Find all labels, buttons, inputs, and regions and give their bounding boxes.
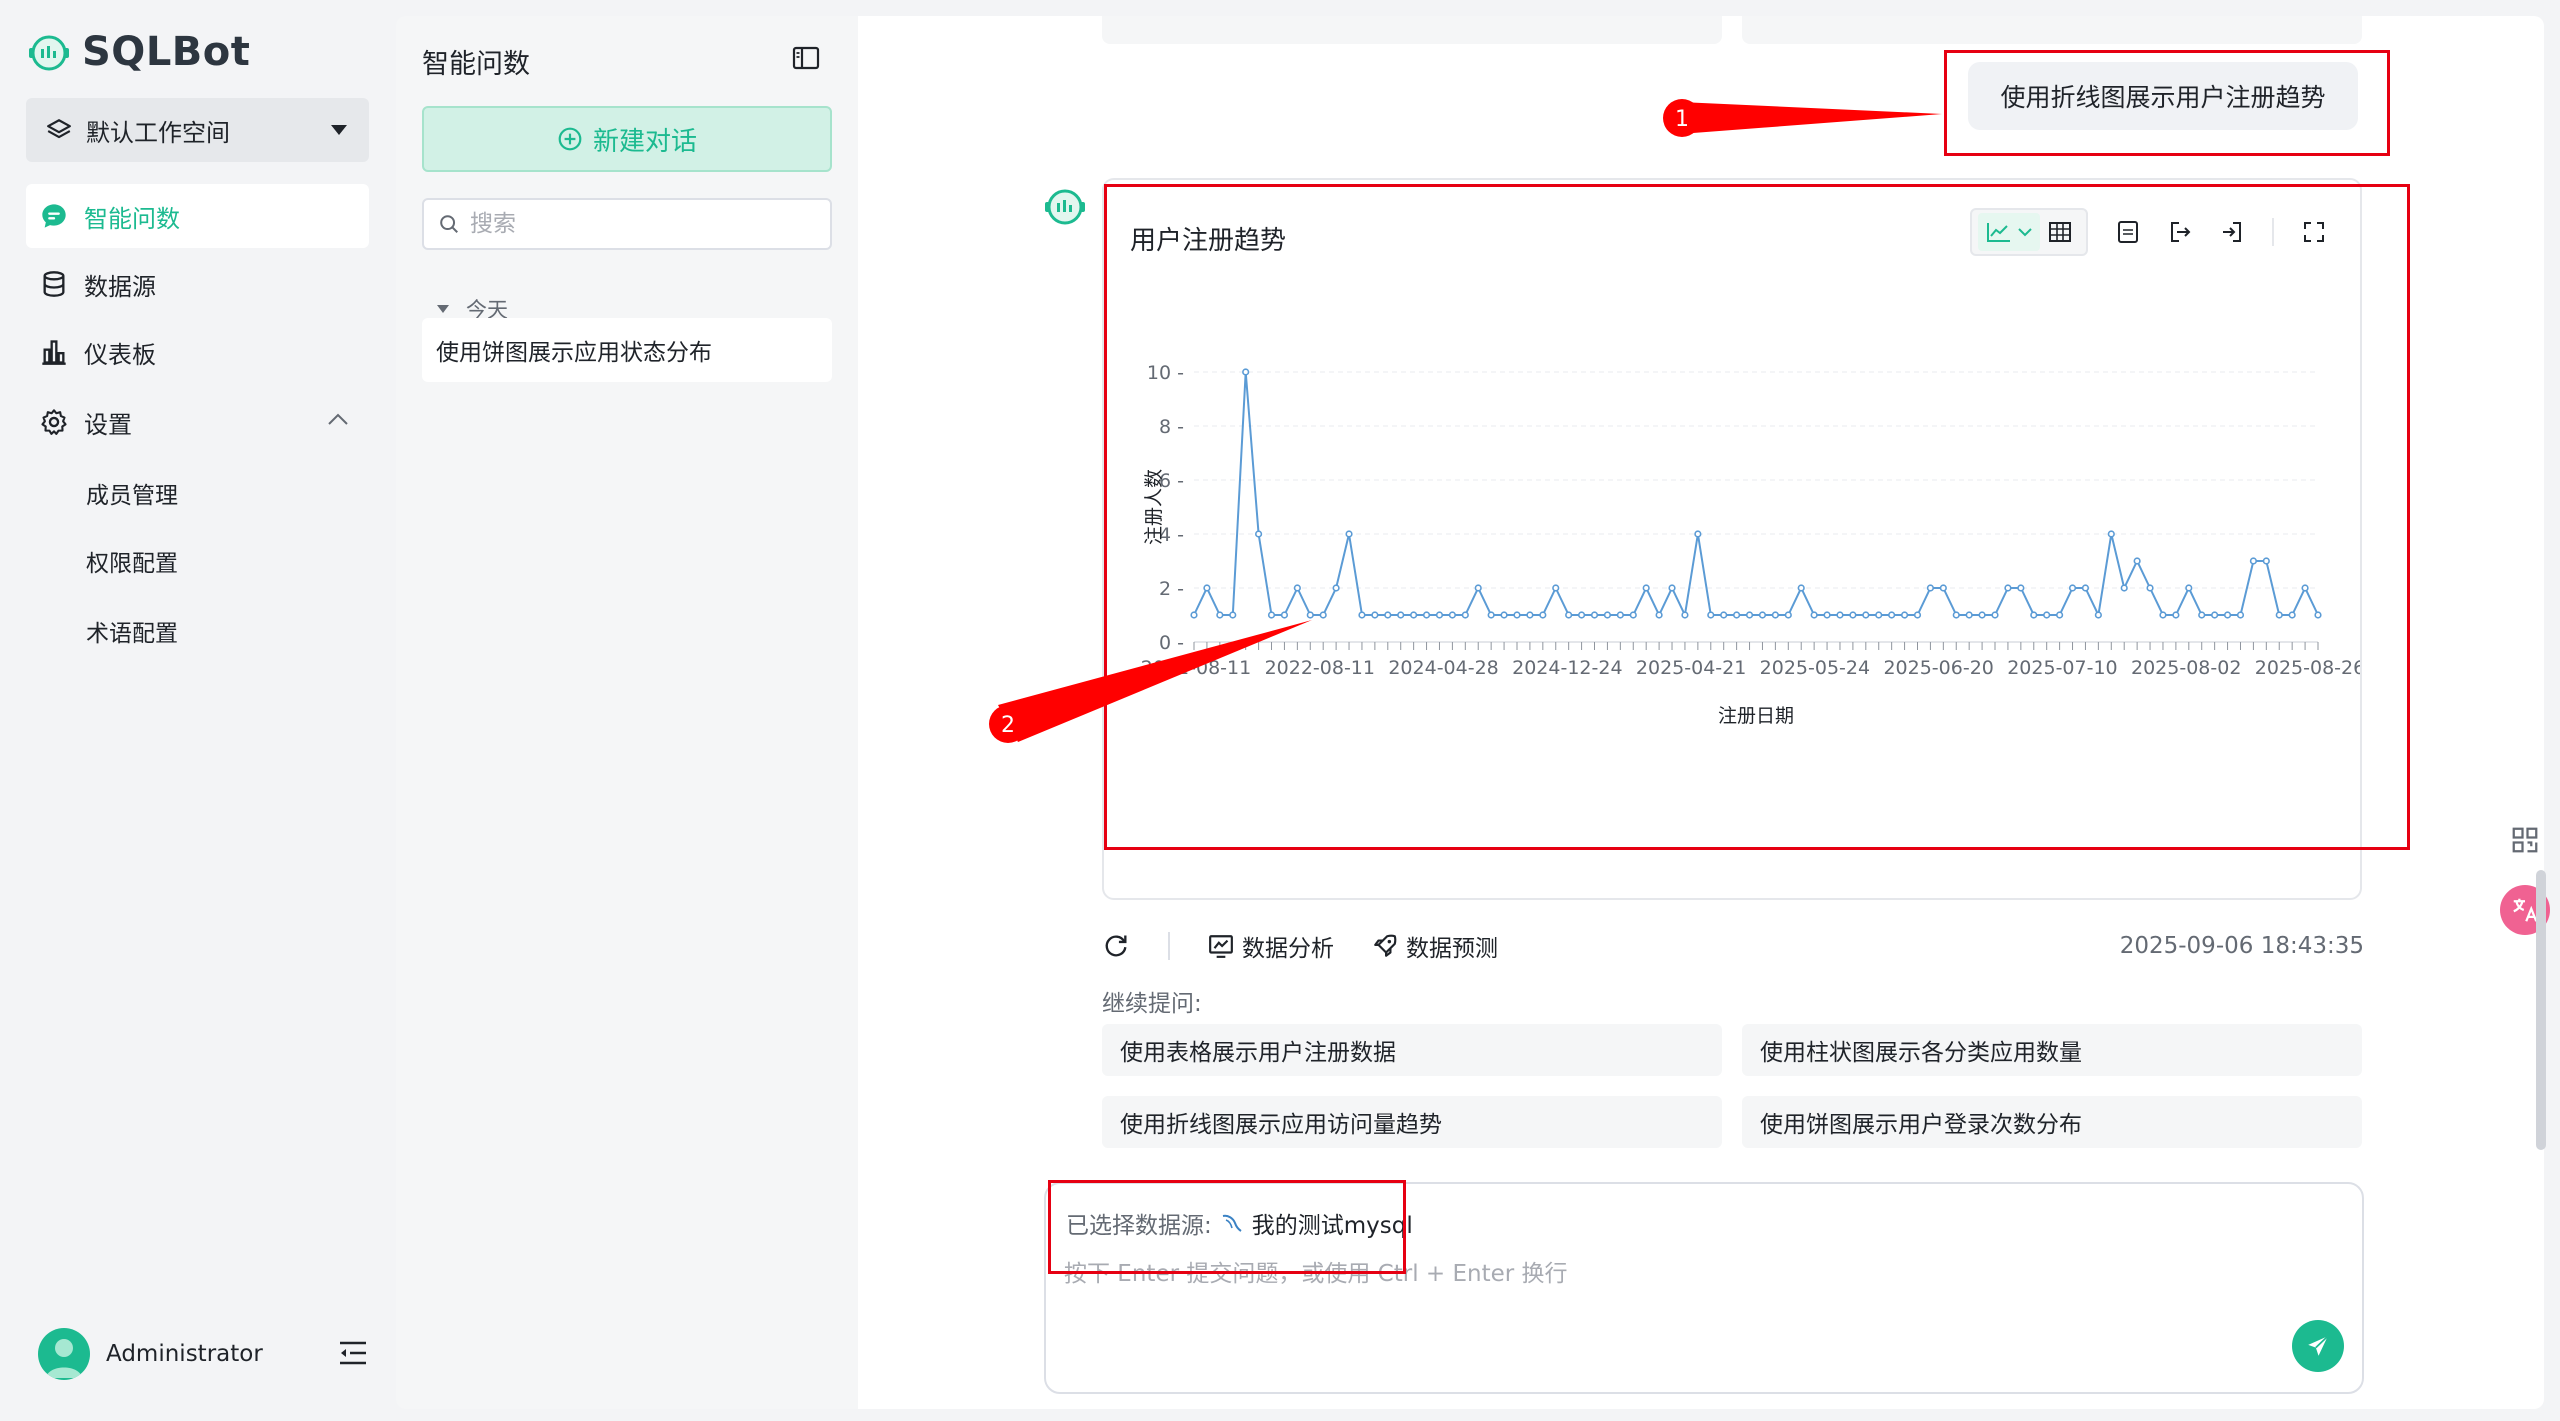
- menu-fold-icon: [338, 1340, 368, 1366]
- nav-item-datasource[interactable]: 数据源: [26, 252, 369, 316]
- rocket-icon: [1372, 933, 1398, 959]
- annotation-box-question: [1944, 50, 2390, 156]
- new-chat-button[interactable]: 新建对话: [422, 106, 832, 172]
- scrollbar-thumb[interactable]: [2536, 870, 2546, 1150]
- left-nav: SQLBot 默认工作空间 智能问数 数据源 仪表板 设置 成员管理 权限配置 …: [0, 0, 394, 1421]
- toggle-panel-button[interactable]: [792, 46, 820, 70]
- nav-item-label: 数据源: [84, 272, 156, 301]
- nav-item-settings[interactable]: 设置: [26, 390, 369, 454]
- nav-subitem-members[interactable]: 成员管理: [86, 476, 178, 510]
- avatar: [38, 1328, 90, 1380]
- layers-icon: [46, 117, 72, 143]
- chat-icon: [40, 202, 68, 230]
- user-profile[interactable]: Administrator: [38, 1328, 263, 1380]
- data-analysis-label: 数据分析: [1242, 936, 1334, 962]
- followup-suggestion[interactable]: 使用表格展示用户注册数据: [1102, 1024, 1722, 1076]
- followup-label: 继续提问:: [1102, 991, 1202, 1017]
- search-input[interactable]: [470, 211, 810, 237]
- bot-avatar-icon: [1042, 186, 1088, 226]
- annotation-box-chart: [1104, 184, 2410, 850]
- send-button[interactable]: [2292, 1320, 2344, 1372]
- data-prediction-label: 数据预测: [1406, 936, 1498, 962]
- refresh-icon: [1102, 932, 1130, 960]
- annotation-box-datasource: [1048, 1180, 1406, 1274]
- message-action-bar: 数据分析 数据预测 2025-09-06 18:43:35: [1102, 924, 2364, 968]
- workspace-selector[interactable]: 默认工作空间: [26, 98, 369, 162]
- collapse-sidebar-button[interactable]: [338, 1340, 368, 1366]
- search-icon: [438, 213, 460, 235]
- followup-suggestion[interactable]: 使用柱状图展示各分类应用数量: [1742, 1024, 2362, 1076]
- message-timestamp: 2025-09-06 18:43:35: [2119, 933, 2364, 959]
- data-analysis-button[interactable]: 数据分析: [1208, 929, 1334, 963]
- action-divider: [1168, 932, 1170, 960]
- regenerate-button[interactable]: [1102, 932, 1130, 960]
- nav-item-label: 智能问数: [84, 204, 180, 233]
- previous-followup-card: [1742, 16, 2362, 44]
- caret-down-icon: [329, 123, 349, 137]
- plus-circle-icon: [557, 126, 583, 152]
- nav-item-label: 设置: [84, 410, 132, 439]
- new-chat-label: 新建对话: [592, 126, 697, 157]
- nav-subitem-terminology[interactable]: 术语配置: [86, 614, 178, 648]
- analysis-icon: [1208, 933, 1234, 959]
- nav-item-smart-query[interactable]: 智能问数: [26, 184, 369, 248]
- app-name: SQLBot: [82, 29, 251, 75]
- app-logo[interactable]: SQLBot: [26, 28, 250, 76]
- followup-suggestion[interactable]: 使用折线图展示应用访问量趋势: [1102, 1096, 1722, 1148]
- search-box: [422, 198, 832, 250]
- workspace-label: 默认工作空间: [86, 118, 230, 147]
- data-prediction-button[interactable]: 数据预测: [1372, 929, 1498, 963]
- conversation-item[interactable]: 使用饼图展示应用状态分布: [422, 318, 832, 382]
- bar-chart-icon: [40, 338, 68, 366]
- nav-subitem-permissions[interactable]: 权限配置: [86, 544, 178, 578]
- nav-item-label: 仪表板: [84, 340, 156, 369]
- send-icon: [2305, 1333, 2331, 1359]
- user-name: Administrator: [106, 1341, 263, 1367]
- database-icon: [40, 270, 68, 298]
- followup-suggestion[interactable]: 使用饼图展示用户登录次数分布: [1742, 1096, 2362, 1148]
- caret-down-icon: [436, 304, 450, 314]
- nav-item-dashboard[interactable]: 仪表板: [26, 320, 369, 384]
- qr-code-button[interactable]: [2500, 815, 2550, 865]
- chevron-up-icon: [327, 412, 349, 426]
- qr-code-icon: [2510, 825, 2540, 855]
- sqlbot-logo-icon: [26, 32, 72, 72]
- conversation-panel: 智能问数 新建对话 今天 使用饼图展示应用状态分布: [396, 16, 858, 1409]
- sidebar-panel-icon: [792, 46, 820, 70]
- panel-title: 智能问数: [422, 49, 530, 80]
- previous-followup-card: [1102, 16, 1722, 44]
- gear-icon: [40, 408, 68, 436]
